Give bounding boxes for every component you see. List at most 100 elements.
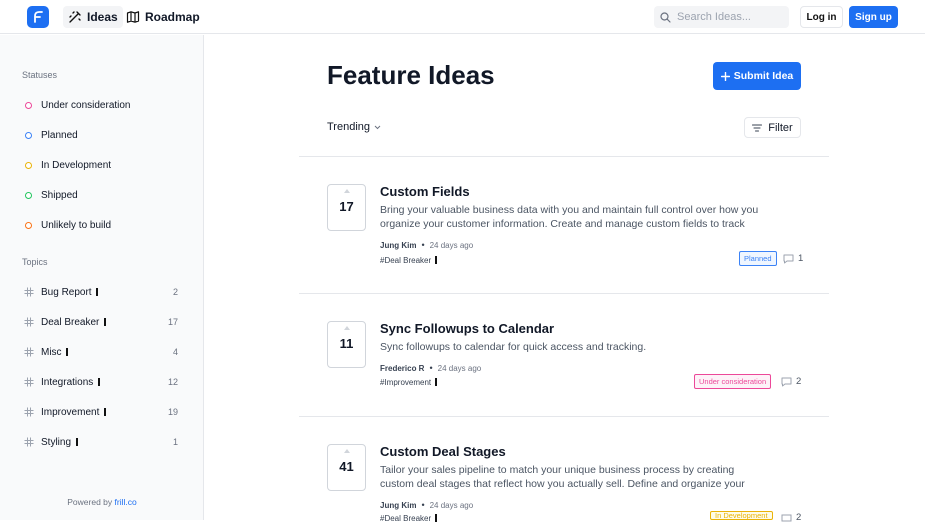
meta-separator: • — [429, 363, 433, 373]
topic-label: Improvement — [41, 406, 100, 418]
powered-by: Powered by frill.co — [0, 497, 204, 507]
ideas-icon — [69, 11, 81, 23]
status-badge: In Development — [710, 511, 773, 520]
status-label: In Development — [41, 159, 112, 171]
vote-button[interactable]: 41 — [327, 444, 366, 491]
vote-count: 17 — [339, 199, 354, 214]
topic-count: 1 — [172, 437, 178, 447]
topic-label: Styling — [41, 436, 72, 448]
upvote-arrow-icon — [343, 449, 350, 453]
submit-idea-button[interactable]: Submit Idea — [713, 62, 801, 90]
tag-color-bar — [435, 514, 438, 522]
filter-icon — [752, 123, 763, 132]
upvote-arrow-icon — [343, 189, 350, 193]
topic-item-deal-breaker[interactable]: Deal Breaker 17 — [24, 315, 178, 329]
topic-item-integrations[interactable]: Integrations 12 — [24, 375, 178, 389]
status-item-unlikely-to-build[interactable]: Unlikely to build — [25, 218, 111, 232]
upvote-arrow-icon — [343, 326, 350, 330]
post-description: Tailor your sales pipeline to match your… — [380, 464, 745, 490]
post-time: 24 days ago — [429, 500, 474, 510]
post-time: 24 days ago — [437, 363, 482, 373]
hash-icon — [24, 407, 34, 417]
vote-count: 41 — [339, 459, 354, 474]
post-author: Jung Kim — [380, 500, 417, 510]
vote-count: 11 — [339, 336, 354, 351]
comment-icon — [781, 514, 792, 521]
comment-count[interactable]: 1 — [783, 253, 803, 264]
topic-count: 19 — [167, 407, 178, 417]
logo-icon — [34, 11, 43, 23]
comment-icon — [783, 254, 794, 263]
status-label: Shipped — [41, 189, 78, 201]
comment-count[interactable]: 2 — [781, 512, 801, 523]
login-button[interactable]: Log in — [800, 6, 843, 28]
signup-button[interactable]: Sign up — [849, 6, 898, 28]
status-label: Planned — [41, 129, 78, 141]
meta-separator: • — [421, 240, 425, 250]
topic-item-misc[interactable]: Misc 4 — [24, 345, 178, 359]
post-tag-label: #Improvement — [380, 378, 432, 387]
status-dot-icon — [25, 131, 32, 139]
topic-label-wrap: Misc — [41, 347, 173, 358]
statuses-heading: Statuses — [22, 70, 58, 80]
chevron-down-icon — [374, 125, 381, 129]
topic-count: 4 — [172, 347, 178, 357]
comment-count-value: 2 — [796, 512, 802, 523]
topic-item-bug-report[interactable]: Bug Report 2 — [24, 285, 178, 299]
submit-idea-label: Submit Idea — [733, 70, 794, 82]
topic-color-bar — [96, 287, 99, 296]
map-icon — [126, 11, 140, 23]
tab-roadmap[interactable]: Roadmap — [121, 6, 205, 28]
filter-button[interactable]: Filter — [744, 117, 801, 138]
powered-by-link[interactable]: frill.co — [115, 497, 137, 507]
tag-color-bar — [435, 256, 438, 264]
tab-ideas[interactable]: Ideas — [63, 6, 123, 28]
topic-label: Bug Report — [41, 286, 92, 298]
tab-roadmap-label: Roadmap — [145, 10, 200, 24]
post-tag[interactable]: #Improvement — [380, 378, 438, 387]
topic-count: 12 — [167, 377, 178, 387]
topic-color-bar — [66, 347, 69, 356]
sort-dropdown[interactable]: Trending — [327, 121, 381, 133]
status-dot-icon — [25, 101, 32, 109]
topic-count: 2 — [172, 287, 178, 297]
search-input[interactable] — [677, 11, 782, 23]
post-meta: Jung Kim • 24 days ago — [380, 500, 473, 510]
topic-label: Deal Breaker — [41, 316, 100, 328]
topic-label-wrap: Bug Report — [41, 287, 173, 298]
topic-item-styling[interactable]: Styling 1 — [24, 435, 178, 449]
powered-by-text: Powered by — [67, 497, 115, 507]
status-label: Under consideration — [41, 99, 131, 111]
hash-icon — [24, 287, 34, 297]
status-item-planned[interactable]: Planned — [25, 128, 78, 142]
comment-count[interactable]: 2 — [781, 376, 801, 387]
hash-icon — [24, 437, 34, 447]
post-time: 24 days ago — [429, 240, 474, 250]
topics-heading: Topics — [22, 257, 48, 267]
post-meta: Jung Kim • 24 days ago — [380, 240, 473, 250]
post-title[interactable]: Sync Followups to Calendar — [380, 321, 554, 336]
post-title[interactable]: Custom Deal Stages — [380, 444, 506, 459]
status-item-under-consideration[interactable]: Under consideration — [25, 98, 131, 112]
divider — [299, 156, 829, 157]
topic-item-improvement[interactable]: Improvement 19 — [24, 405, 178, 419]
post-title[interactable]: Custom Fields — [380, 184, 470, 199]
topic-label-wrap: Integrations — [41, 377, 168, 388]
hash-icon — [24, 317, 34, 327]
post-tag-label: #Deal Breaker — [380, 256, 432, 265]
post-description: Bring your valuable business data with y… — [380, 204, 759, 230]
status-item-in-development[interactable]: In Development — [25, 158, 111, 172]
status-item-shipped[interactable]: Shipped — [25, 188, 78, 202]
comment-icon — [781, 377, 792, 386]
status-dot-icon — [25, 161, 32, 169]
topic-label-wrap: Deal Breaker — [41, 317, 168, 328]
search-icon — [660, 11, 671, 23]
comment-count-value: 2 — [796, 376, 802, 387]
vote-button[interactable]: 11 — [327, 321, 366, 368]
search-box[interactable] — [654, 6, 789, 28]
post-tag[interactable]: #Deal Breaker — [380, 256, 438, 265]
vote-button[interactable]: 17 — [327, 184, 366, 231]
frill-logo[interactable] — [27, 6, 49, 28]
divider — [299, 293, 829, 294]
post-tag[interactable]: #Deal Breaker — [380, 514, 438, 523]
